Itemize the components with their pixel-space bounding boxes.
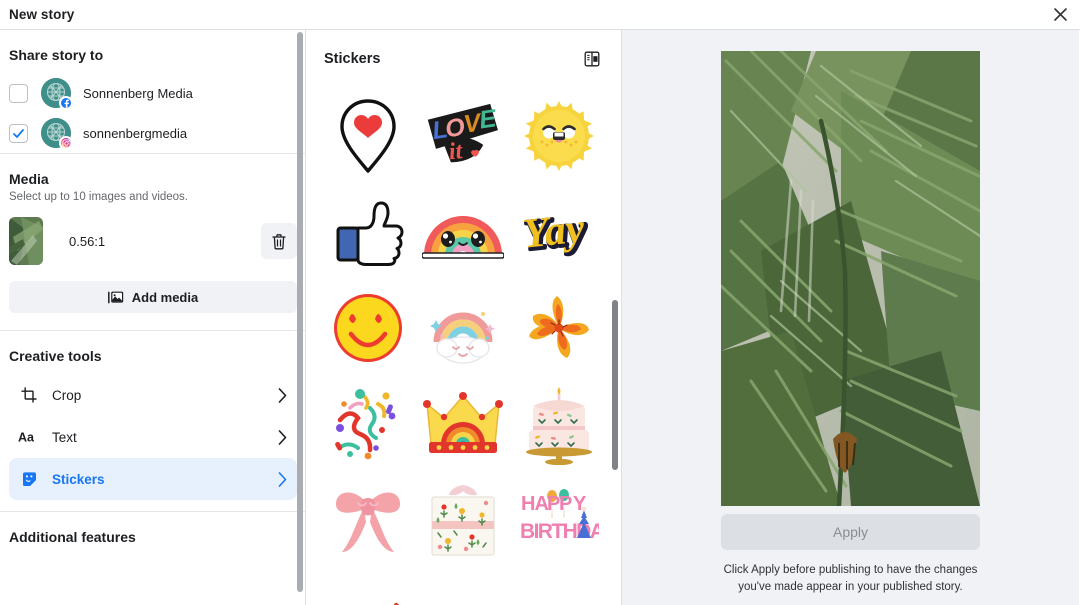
svg-text:P: P	[559, 493, 572, 515]
palm-leaves-photo	[721, 51, 980, 506]
creative-tools-section: Creative tools Crop Aa Text Stickers	[0, 331, 305, 500]
crop-icon-wrap	[17, 387, 41, 403]
sticker-happy-birthday[interactable]: HA P P Y BIRTHDA	[511, 472, 607, 568]
share-account-name: sonnenbergmedia	[83, 125, 188, 141]
palm-thumbnail-image	[9, 217, 43, 265]
avatar	[41, 78, 73, 110]
instagram-badge	[59, 136, 73, 150]
sticker-happy-partial[interactable]: HAPPY	[320, 568, 416, 605]
stickers-panel-title: Stickers	[324, 51, 381, 67]
apply-note: Click Apply before publishing to have th…	[723, 564, 978, 593]
share-checkbox-facebook[interactable]	[9, 83, 28, 103]
share-account-name: Sonnenberg Media	[83, 85, 193, 101]
chevron-right-icon	[278, 429, 287, 445]
stickers-panel-scrollbar[interactable]	[612, 300, 618, 470]
add-media-button[interactable]: Add media	[9, 281, 297, 313]
media-aspect-ratio: 0.56:1	[69, 233, 106, 249]
svg-text:Yay: Yay	[521, 205, 587, 257]
trash-icon	[272, 233, 286, 249]
media-subtitle: Select up to 10 images and videos.	[9, 191, 189, 203]
text-icon-wrap: Aa	[17, 430, 41, 445]
svg-text:Y: Y	[573, 493, 587, 515]
stickers-panel-header: Stickers	[306, 30, 621, 88]
text-aa-icon: Aa	[18, 431, 35, 445]
share-account-row-facebook[interactable]: Sonnenberg Media	[9, 73, 297, 113]
media-section: Media Select up to 10 images and videos.	[0, 154, 305, 313]
sticker-grid: L O V E it Yay Yay HA P P Y BIRTHDA	[306, 88, 621, 605]
sticker-confetti[interactable]	[320, 376, 416, 472]
tool-row-crop[interactable]: Crop	[9, 374, 297, 416]
instagram-icon	[61, 138, 71, 148]
close-icon	[1053, 8, 1067, 21]
sticker-rainbow-crown[interactable]	[416, 376, 512, 472]
close-button[interactable]	[1049, 4, 1071, 26]
sticker-partial-3[interactable]	[511, 568, 607, 605]
sticker-birthday-cake[interactable]	[511, 376, 607, 472]
media-thumbnail[interactable]	[9, 217, 43, 265]
facebook-icon	[64, 99, 69, 108]
window-titlebar: New story	[0, 0, 1080, 30]
sticker-rainbow-face[interactable]	[416, 184, 512, 280]
sticker-pink-bow[interactable]	[320, 472, 416, 568]
panel-layout-icon	[584, 51, 600, 67]
sticker-heart-pin[interactable]	[320, 88, 416, 184]
svg-text:Aa: Aa	[18, 431, 35, 445]
share-account-row-instagram[interactable]: sonnenbergmedia	[9, 113, 297, 153]
apply-button[interactable]: Apply	[721, 514, 980, 550]
sticker-smiling-sun[interactable]	[511, 88, 607, 184]
stickers-panel: Stickers L O V E it Yay Yay HA P P Y BIR…	[306, 30, 622, 605]
tool-label: Stickers	[52, 471, 105, 487]
share-story-section: Share story to Sonnenberg Media sonnenbe…	[0, 30, 305, 153]
media-item-row: 0.56:1	[9, 217, 297, 265]
sticker-rainbow-cloud[interactable]	[416, 280, 512, 376]
panel-layout-button[interactable]	[581, 48, 603, 70]
sticker-yay[interactable]: Yay Yay	[511, 184, 607, 280]
crop-icon	[21, 387, 37, 403]
avatar	[41, 118, 73, 150]
tool-label: Crop	[52, 387, 82, 403]
tool-label: Text	[52, 429, 77, 445]
sticker-icon	[22, 471, 36, 486]
additional-features-section: Additional features	[0, 512, 305, 555]
creative-tools-title: Creative tools	[9, 348, 102, 364]
chevron-right-icon	[278, 387, 287, 403]
tool-row-stickers[interactable]: Stickers	[9, 458, 297, 500]
image-icon	[107, 291, 123, 303]
svg-text:E: E	[478, 104, 500, 134]
left-panel-scrollbar[interactable]	[297, 32, 303, 592]
sticker-gift-box[interactable]	[416, 472, 512, 568]
svg-text:HA: HA	[521, 493, 548, 515]
sticker-partial-2[interactable]	[416, 568, 512, 605]
sticker-thumbs-up[interactable]	[320, 184, 416, 280]
add-media-label: Add media	[131, 289, 199, 305]
preview-panel: Apply Click Apply before publishing to h…	[622, 30, 1079, 605]
page-title: New story	[9, 7, 75, 22]
story-preview-image	[721, 51, 980, 506]
share-story-title: Share story to	[9, 47, 104, 63]
chevron-right-icon	[278, 471, 287, 487]
sticker-orange-flower[interactable]	[511, 280, 607, 376]
sticker-smiley-face[interactable]	[320, 280, 416, 376]
delete-media-button[interactable]	[261, 223, 297, 259]
share-checkbox-instagram[interactable]	[9, 123, 28, 143]
check-icon	[13, 128, 24, 138]
sticker-love-it[interactable]: L O V E it	[416, 88, 512, 184]
additional-features-title: Additional features	[9, 529, 136, 545]
tool-row-text[interactable]: Aa Text	[9, 416, 297, 458]
facebook-badge	[59, 96, 73, 110]
apply-label: Apply	[832, 524, 869, 540]
left-sidebar: Share story to Sonnenberg Media sonnenbe…	[0, 30, 306, 605]
sticker-icon-wrap	[17, 471, 41, 488]
